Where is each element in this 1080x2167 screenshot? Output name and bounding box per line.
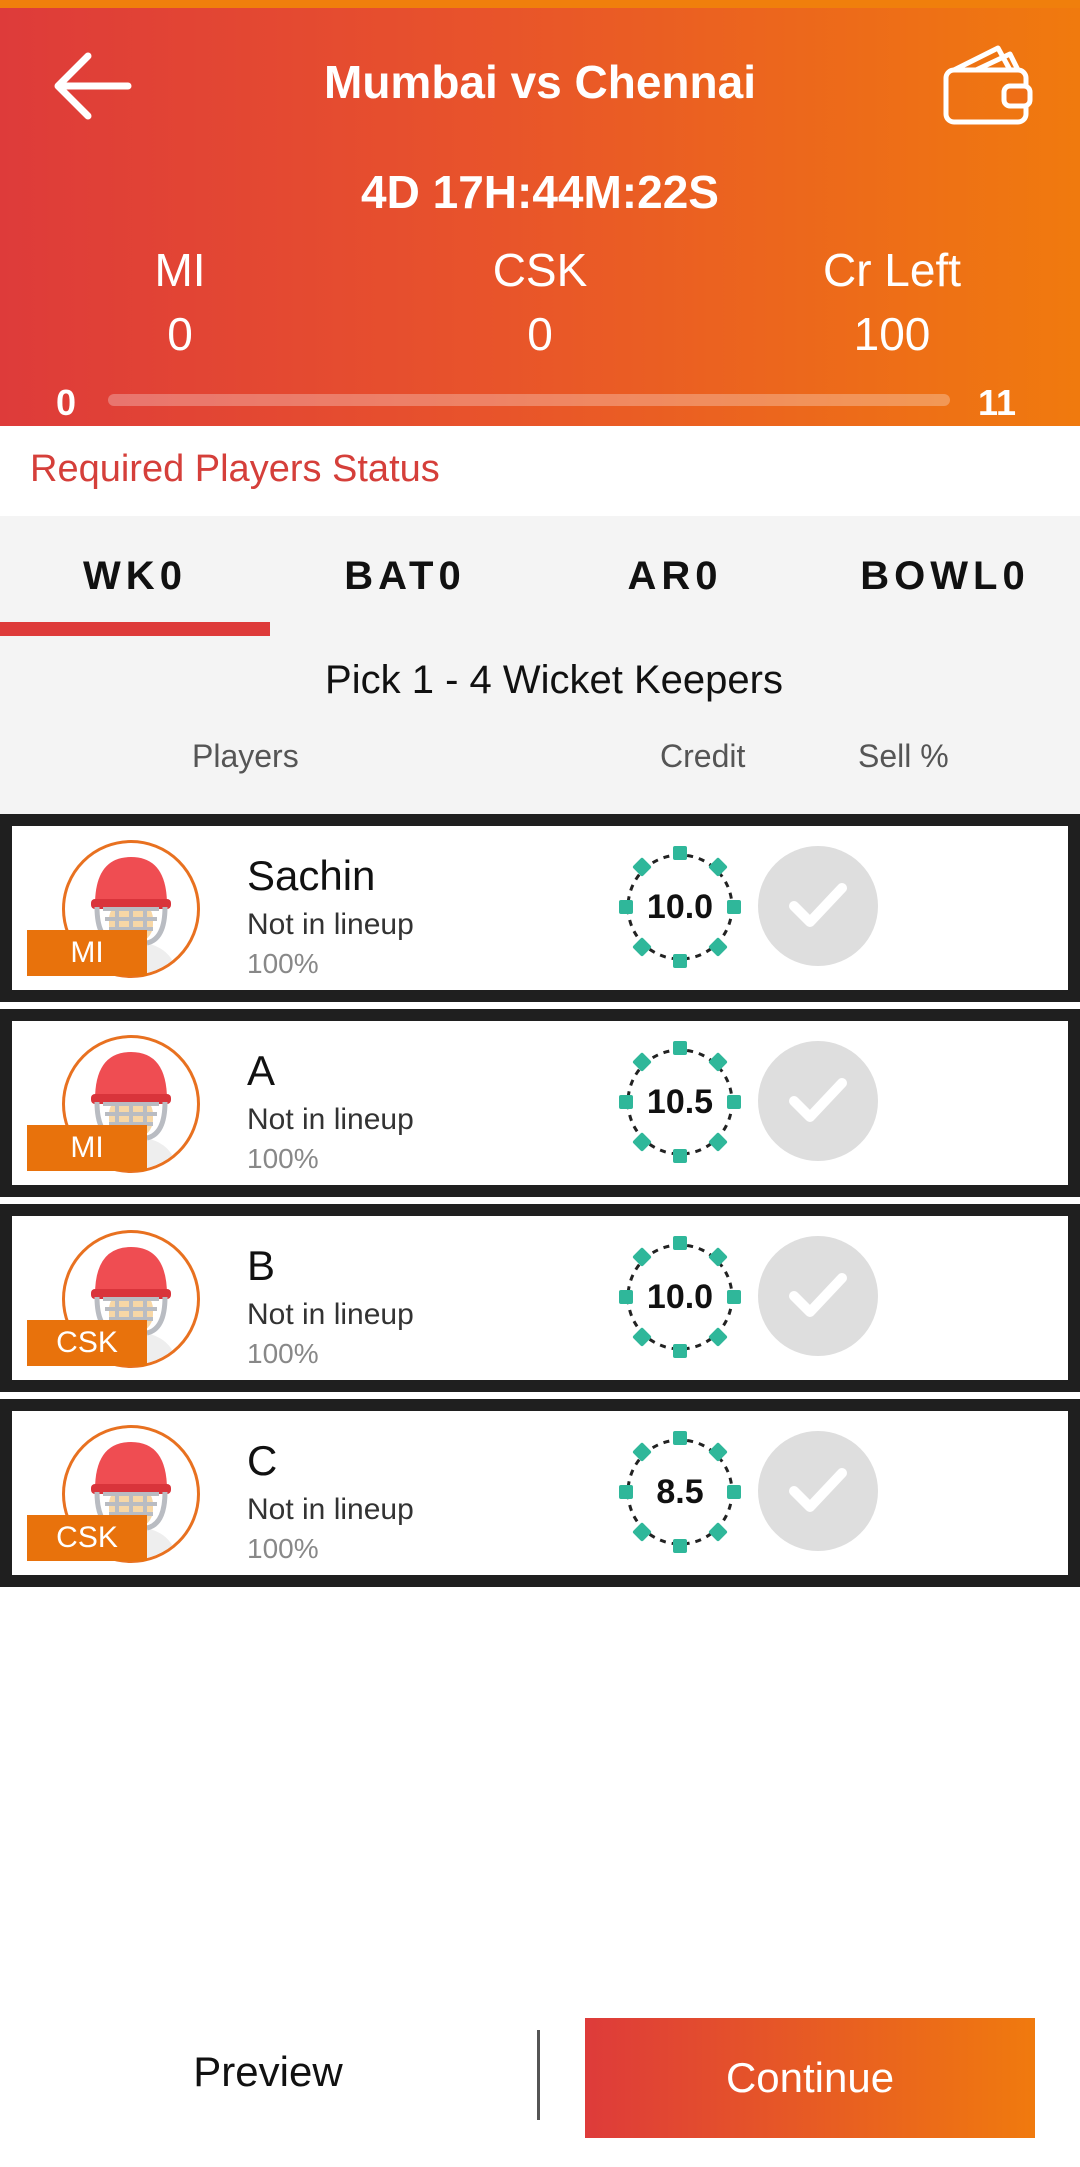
checkmark-icon	[789, 883, 847, 927]
lineup-status: Not in lineup	[247, 908, 414, 941]
bottom-action-bar: Preview Continue	[0, 2010, 1080, 2167]
credit-value: 10.0	[646, 888, 714, 926]
column-credit: Credit	[660, 738, 746, 774]
wallet-icon	[943, 45, 1033, 125]
checkmark-icon	[789, 1468, 847, 1512]
role-tabs: WK0 BAT0 AR0 BOWL0	[0, 516, 1080, 638]
match-header: Mumbai vs Chennai 4D 17H:44M:22S MI 0 CS…	[0, 0, 1080, 426]
stat-value: 0	[167, 308, 193, 360]
checkmark-icon	[789, 1078, 847, 1122]
credit-value: 8.5	[656, 1473, 704, 1511]
countdown-timer: 4D 17H:44M:22S	[361, 166, 719, 218]
tab-bat[interactable]: BAT0	[270, 554, 540, 599]
credits-left: Cr Left 100	[772, 238, 1012, 366]
player-row[interactable]: CSK C Not in lineup 100% 8.5	[0, 1399, 1080, 1587]
team-badge: CSK	[27, 1320, 147, 1366]
stat-value: 0	[527, 308, 553, 360]
credit-value: 10.5	[646, 1083, 714, 1121]
pick-instruction: Pick 1 - 4 Wicket Keepers	[325, 658, 783, 702]
sell-percent: 100%	[247, 1338, 319, 1369]
player-name: B	[247, 1242, 276, 1289]
team-badge: MI	[27, 1125, 147, 1171]
wallet-button[interactable]	[940, 40, 1036, 130]
selection-progress-bar	[108, 394, 950, 406]
team-badge: MI	[27, 930, 147, 976]
select-player-button[interactable]	[758, 846, 878, 966]
footer-divider	[537, 2030, 540, 2120]
select-player-button[interactable]	[758, 1041, 878, 1161]
tab-bowl[interactable]: BOWL0	[810, 554, 1080, 599]
progress-min: 0	[56, 382, 77, 423]
team-csk-count: CSK 0	[420, 238, 660, 366]
header-top-line	[0, 0, 1080, 8]
player-name: A	[247, 1047, 276, 1094]
player-row[interactable]: CSK B Not in lineup 100% 10.0	[0, 1204, 1080, 1392]
match-title: Mumbai vs Chennai	[324, 56, 756, 108]
select-player-button[interactable]	[758, 1431, 878, 1551]
stat-label: Cr Left	[822, 244, 962, 296]
stat-value: 100	[853, 308, 931, 360]
lineup-status: Not in lineup	[247, 1298, 414, 1331]
team-mi-count: MI 0	[60, 238, 300, 366]
list-subheader: Pick 1 - 4 Wicket Keepers Players Credit…	[0, 638, 1080, 814]
sell-percent: 100%	[247, 1143, 319, 1174]
active-tab-indicator	[0, 622, 270, 636]
preview-button[interactable]: Preview	[0, 2010, 536, 2134]
tab-ar[interactable]: AR0	[540, 554, 810, 599]
lineup-status: Not in lineup	[247, 1103, 414, 1136]
column-players: Players	[192, 738, 299, 774]
checkmark-icon	[789, 1273, 847, 1317]
progress-max: 11	[978, 382, 1017, 423]
lineup-status: Not in lineup	[247, 1493, 414, 1526]
team-badge: CSK	[27, 1515, 147, 1561]
continue-button[interactable]: Continue	[585, 2018, 1035, 2138]
credit-value: 10.0	[646, 1278, 714, 1316]
sell-percent: 100%	[247, 1533, 319, 1564]
stat-label: MI	[154, 244, 206, 296]
sell-percent: 100%	[247, 948, 319, 979]
tab-wk[interactable]: WK0	[0, 554, 270, 599]
required-players-status[interactable]: Required Players Status	[30, 448, 440, 491]
select-player-button[interactable]	[758, 1236, 878, 1356]
column-sell: Sell %	[858, 738, 949, 774]
player-name: Sachin	[247, 852, 376, 899]
player-row[interactable]: MI A Not in lineup 100% 10.5	[0, 1009, 1080, 1197]
player-name: C	[247, 1437, 278, 1484]
player-row[interactable]: MI Sachin Not in lineup 100% 10.0	[0, 814, 1080, 1002]
stat-label: CSK	[492, 244, 588, 296]
